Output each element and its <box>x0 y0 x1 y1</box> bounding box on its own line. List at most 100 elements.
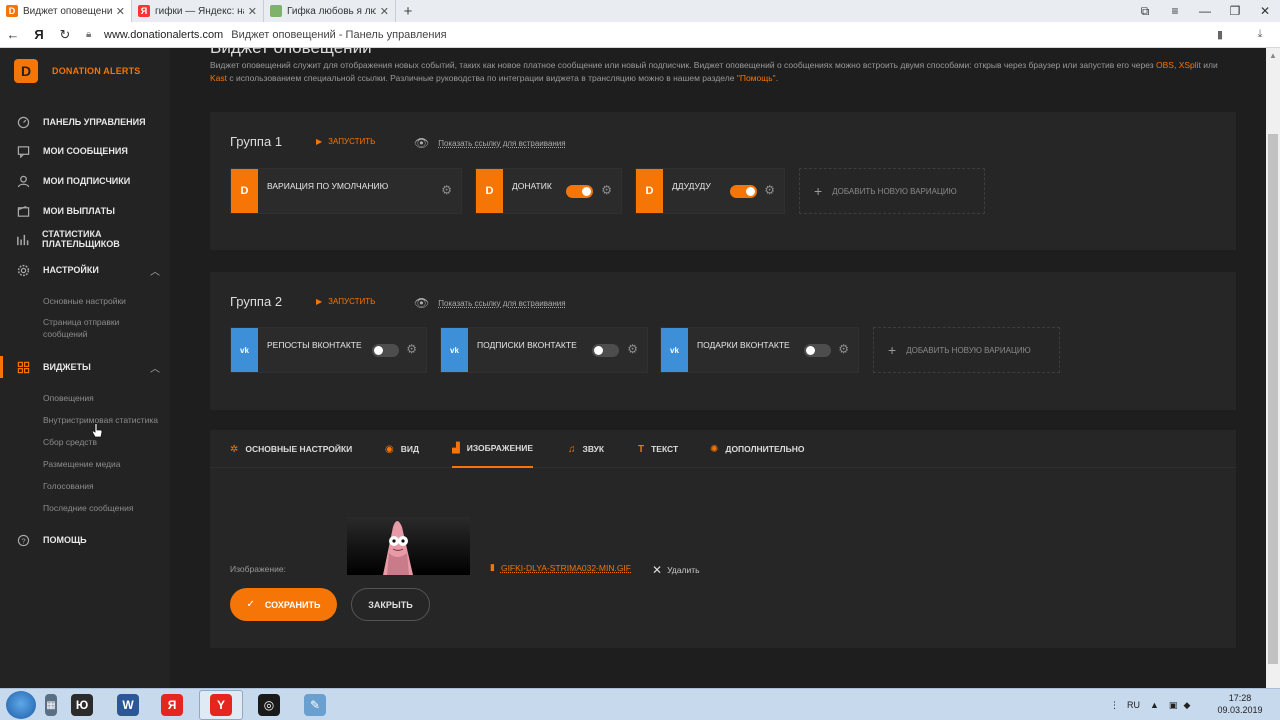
sidebar-subitem-polls[interactable]: Голосования <box>43 480 163 492</box>
taskbar-app-yu[interactable]: Ю <box>60 690 104 720</box>
sidebar-item-subscribers[interactable]: МОИ ПОДПИСЧИКИ <box>0 170 170 192</box>
sidebar-subitem-fundraising[interactable]: Сбор средств <box>43 436 163 448</box>
show-hidden-icons-icon[interactable]: ▲ <box>1150 700 1159 710</box>
variation-settings-panel: ✲ ОСНОВНЫЕ НАСТРОЙКИ ◉ ВИД ▟ ИЗОБРАЖЕНИЕ ♫ З… <box>210 430 1236 648</box>
taskbar-app-yandex[interactable]: Я <box>150 690 194 720</box>
sidebar-subitem-media[interactable]: Размещение медиа <box>43 458 163 470</box>
close-button[interactable]: ЗАКРЫТЬ <box>351 588 430 621</box>
yu-icon: Ю <box>71 694 93 716</box>
back-arrow-icon[interactable]: ← <box>0 27 26 42</box>
variation-toggle[interactable] <box>592 344 619 357</box>
sidebar-subitem-basic-settings[interactable]: Основные настройки <box>43 295 163 307</box>
variation-card[interactable]: D ВАРИАЦИЯ ПО УМОЛЧАНИЮ ⚙︎ <box>230 168 462 214</box>
tab-view[interactable]: ◉ ВИД <box>385 430 419 468</box>
taskbar-app-yandex-browser[interactable]: Y <box>199 690 243 720</box>
browser-tab[interactable]: Гифка любовь я люблю т ✕ <box>264 0 396 22</box>
browser-tab[interactable]: Ягифки — Яндекс: нашлась ✕ <box>132 0 264 22</box>
sidebar-item-dashboard[interactable]: ПАНЕЛЬ УПРАВЛЕНИЯ <box>0 111 170 133</box>
close-tab-icon[interactable]: ✕ <box>380 5 389 18</box>
sidebar-subitem-last-messages[interactable]: Последние сообщения <box>43 502 163 514</box>
menu-icon[interactable]: ≡ <box>1160 0 1190 22</box>
tab-sound[interactable]: ♫ ЗВУК <box>568 430 604 468</box>
tab-extra[interactable]: ✺ ДОПОЛНИТЕЛЬНО <box>710 430 804 468</box>
sidebar-subitem-message-page[interactable]: Страница отправки сообщений <box>43 316 163 340</box>
bookmark-icon[interactable]: ▮ <box>1200 28 1240 41</box>
variation-card[interactable]: vk ПОДПИСКИ ВКОНТАКТЕ ⚙︎ <box>440 327 648 373</box>
yandex-logo-icon[interactable]: Я <box>26 27 52 42</box>
show-embed-link[interactable]: 👁︎ Показать ссылку для встраивания <box>414 296 566 310</box>
close-window-button[interactable]: ✕ <box>1250 0 1280 22</box>
help-link[interactable]: "Помощь" <box>737 73 776 83</box>
variation-card[interactable]: vk РЕПОСТЫ ВКОНТАКТЕ ⚙︎ <box>230 327 427 373</box>
variation-toggle[interactable] <box>804 344 831 357</box>
sidebar-item-payer-stats[interactable]: СТАТИСТИКА ПЛАТЕЛЬЩИКОВ <box>0 228 170 250</box>
gear-icon <box>16 263 30 277</box>
lock-icon[interactable]: 🔒︎ <box>86 29 98 41</box>
variation-card[interactable]: D ДОНАТИК ⚙︎ <box>475 168 622 214</box>
variation-card[interactable]: D ДДУДУДУ ⚙︎ <box>635 168 785 214</box>
page-scrollbar[interactable]: ▲ <box>1266 48 1280 688</box>
add-variation-button[interactable]: + ДОБАВИТЬ НОВУЮ ВАРИАЦИЮ <box>799 168 985 214</box>
browser-tabstrip: DВиджет оповещений - П✕Ягифки — Яндекс: … <box>0 0 1280 22</box>
network-icon[interactable]: ▣ <box>1169 700 1178 711</box>
file-icon: ▮ <box>490 562 495 572</box>
url-domain[interactable]: www.donationalerts.com <box>104 29 223 41</box>
xsplit-link[interactable]: XSplit <box>1179 60 1201 70</box>
url-page-title[interactable]: Виджет оповещений - Панель управления <box>231 29 446 41</box>
sidebar-item-settings[interactable]: НАСТРОЙКИ ︿ <box>0 259 170 281</box>
kast-link[interactable]: Kast <box>210 73 227 83</box>
sidebar-item-widgets[interactable]: ВИДЖЕТЫ ︿ <box>0 356 170 378</box>
sidebar-item-help[interactable]: ? ПОМОЩЬ <box>0 529 170 551</box>
tab-basic-settings[interactable]: ✲ ОСНОВНЫЕ НАСТРОЙКИ <box>230 430 352 468</box>
sidebar-item-messages[interactable]: МОИ СООБЩЕНИЯ <box>0 140 170 162</box>
variation-toggle[interactable] <box>730 185 757 198</box>
save-button[interactable]: ✓ СОХРАНИТЬ <box>230 588 337 621</box>
variation-toggle[interactable] <box>566 185 593 198</box>
start-button[interactable] <box>6 691 36 719</box>
show-embed-link[interactable]: 👁︎ Показать ссылку для встраивания <box>414 136 566 150</box>
download-icon[interactable]: ⤓ <box>1240 28 1280 41</box>
sidebar-subitem-alerts[interactable]: Оповещения <box>43 392 163 404</box>
gear-icon[interactable]: ⚙︎ <box>838 342 849 356</box>
reload-icon[interactable]: ↻ <box>52 27 78 43</box>
sidebar-subitem-stream-stats[interactable]: Внутристримовая статистика <box>43 414 163 426</box>
variation-toggle[interactable] <box>372 344 399 357</box>
taskbar-app-obs[interactable]: ◎ <box>247 690 291 720</box>
delete-image-button[interactable]: ✕ Удалить <box>652 563 700 577</box>
tray-clock[interactable]: 17:28 09.03.2019 <box>1214 692 1266 716</box>
taskbar-app-word[interactable]: W <box>106 690 150 720</box>
taskbar-app-paint[interactable]: ✎ <box>293 690 337 720</box>
close-tab-icon[interactable]: ✕ <box>248 5 257 18</box>
add-variation-button[interactable]: + ДОБАВИТЬ НОВУЮ ВАРИАЦИЮ <box>873 327 1060 373</box>
toggle-knob <box>746 187 755 196</box>
close-tab-icon[interactable]: ✕ <box>116 5 125 18</box>
run-button[interactable]: ▶ ЗАПУСТИТЬ <box>316 297 375 306</box>
obs-link[interactable]: OBS <box>1156 60 1174 70</box>
restore-button[interactable]: ❐ <box>1220 0 1250 22</box>
run-button[interactable]: ▶ ЗАПУСТИТЬ <box>316 137 375 146</box>
gear-icon[interactable]: ⚙︎ <box>441 183 452 197</box>
chevron-up-icon[interactable]: ︿ <box>150 263 160 278</box>
taskbar-app-tiles[interactable]: ▦ <box>42 690 60 720</box>
tab-image[interactable]: ▟ ИЗОБРАЖЕНИЕ <box>452 430 534 468</box>
scroll-up-icon[interactable]: ▲ <box>1266 48 1280 62</box>
chevron-up-icon[interactable]: ︿ <box>150 360 160 375</box>
tab-text[interactable]: T ТЕКСТ <box>638 430 678 468</box>
variation-card[interactable]: vk ПОДАРКИ ВКОНТАКТЕ ⚙︎ <box>660 327 859 373</box>
sidebar-item-payouts[interactable]: МОИ ВЫПЛАТЫ <box>0 200 170 222</box>
gear-icon[interactable]: ⚙︎ <box>601 183 612 197</box>
new-tab-button[interactable]: + <box>396 0 420 22</box>
scroll-thumb[interactable] <box>1268 134 1278 664</box>
gear-icon[interactable]: ⚙︎ <box>627 342 638 356</box>
language-indicator[interactable]: RU <box>1127 700 1140 710</box>
description-text: . <box>775 73 779 83</box>
help-icon: ? <box>16 533 30 547</box>
minimize-button[interactable]: — <box>1190 0 1220 22</box>
image-file-link[interactable]: ▮ GIFKI-DLYA-STRIMA032-MIN.GIF <box>490 562 631 573</box>
gear-icon[interactable]: ⚙︎ <box>406 342 417 356</box>
bookmark-manager-icon[interactable]: ⧉ <box>1130 0 1160 22</box>
brand[interactable]: D DONATION ALERTS <box>14 59 141 83</box>
gear-icon[interactable]: ⚙︎ <box>764 183 775 197</box>
browser-tab[interactable]: D Виджет оповещений - П ✕ <box>0 0 132 22</box>
volume-icon[interactable]: ◆ <box>1183 700 1190 711</box>
